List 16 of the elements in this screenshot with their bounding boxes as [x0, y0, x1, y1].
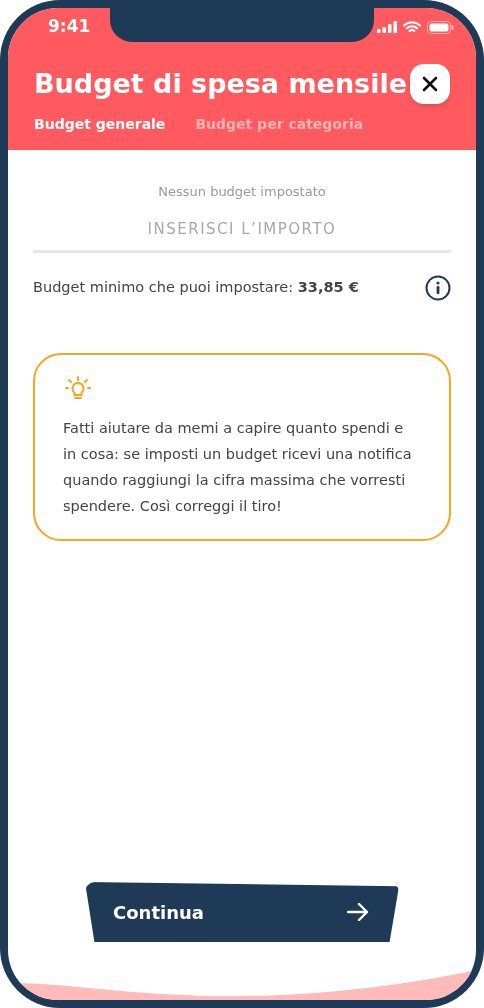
- arrow-right-icon: [347, 903, 369, 921]
- info-icon[interactable]: [425, 275, 451, 301]
- tab[interactable]: Budget per categoria: [195, 114, 364, 134]
- continue-button[interactable]: Continua: [85, 882, 399, 942]
- budget-status: Nessun budget impostato: [157, 183, 327, 201]
- amount-input-field[interactable]: INSERISCI L’IMPORTO: [33, 217, 451, 253]
- status-time: 9:41: [48, 15, 91, 39]
- tip-text: Fatti aiutare da memi a capire quanto spendi e in cosa: se imposti un budget ricevi una notifica quando raggiungi la cifra massima che vorresti spendere. Così correggi il tiro!: [63, 419, 413, 516]
- battery-icon: [427, 20, 454, 34]
- wifi-icon: [403, 20, 421, 34]
- screen-title: Budget di spesa mensile: [34, 67, 408, 101]
- tab[interactable]: Budget generale: [34, 114, 166, 134]
- close-button[interactable]: [410, 64, 450, 104]
- minimum-budget-text: Budget minimo che puoi impostare: 33,85 €: [33, 278, 359, 298]
- signal-icon: [377, 21, 397, 33]
- close-icon: [422, 76, 438, 92]
